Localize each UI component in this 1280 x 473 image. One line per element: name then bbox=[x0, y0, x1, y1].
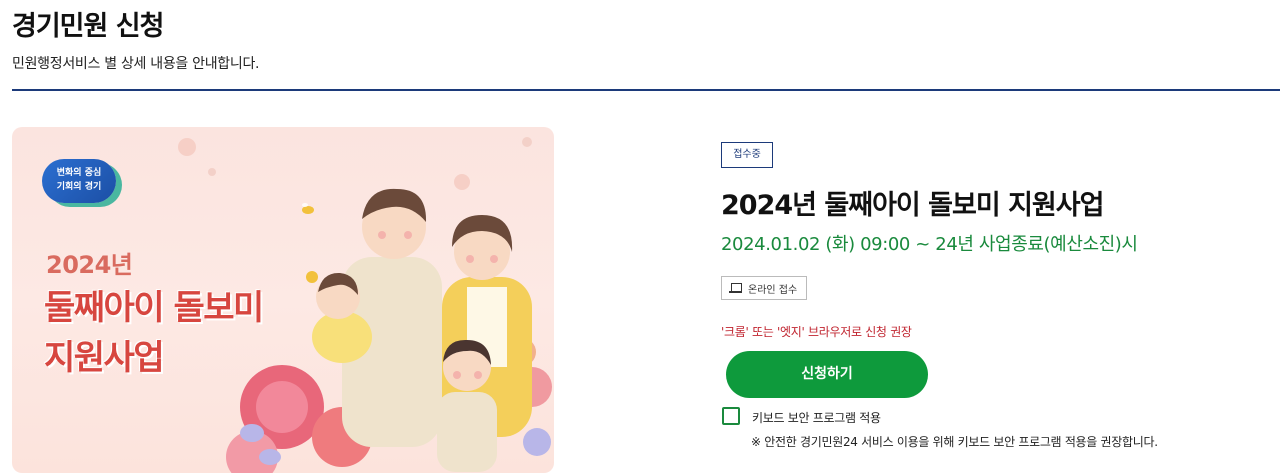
gyeonggi-logo: 변화의 중심 기회의 경기 bbox=[42, 159, 116, 203]
title-divider bbox=[12, 89, 1280, 91]
banner-title-line2: 지원사업 bbox=[44, 338, 165, 378]
page-subtitle: 민원행정서비스 별 상세 내용을 안내합니다. bbox=[12, 56, 260, 72]
online-channel-badge: 온라인 접수 bbox=[721, 276, 807, 300]
keyboard-security-checkbox[interactable] bbox=[722, 407, 740, 425]
logo-line1: 변화의 중심 bbox=[56, 168, 102, 178]
banner-title-line1: 둘째아이 돌보미 bbox=[44, 288, 264, 328]
banner-title: 둘째아이 돌보미 지원사업 bbox=[44, 283, 324, 383]
service-period: 2024.01.02 (화) 09:00 ~ 24년 사업종료(예산소진)시 bbox=[721, 234, 1138, 255]
keyboard-security-note: ※ 안전한 경기민원24 서비스 이용을 위해 키보드 보안 프로그램 적용을 … bbox=[751, 435, 1158, 449]
browser-notice: '크롬' 또는 '엣지' 브라우저로 신청 권장 bbox=[721, 325, 912, 339]
apply-button[interactable]: 신청하기 bbox=[726, 351, 928, 398]
banner-year: 2024년 bbox=[46, 251, 133, 279]
laptop-icon bbox=[729, 283, 742, 293]
service-title: 2024년 둘째아이 돌보미 지원사업 bbox=[721, 190, 1104, 221]
keyboard-security-label[interactable]: 키보드 보안 프로그램 적용 bbox=[752, 409, 881, 426]
online-channel-label: 온라인 접수 bbox=[748, 284, 798, 296]
logo-line2: 기회의 경기 bbox=[56, 182, 102, 192]
page-title: 경기민원 신청 bbox=[12, 11, 164, 42]
service-banner-image: 변화의 중심 기회의 경기 2024년 둘째아이 돌보미 지원사업 bbox=[12, 127, 554, 473]
status-badge: 접수중 bbox=[721, 142, 773, 168]
